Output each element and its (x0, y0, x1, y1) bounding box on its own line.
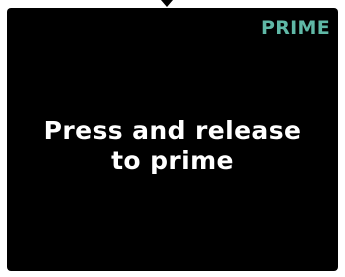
instruction-line-2: to prime (111, 146, 234, 175)
instruction-text: Press and release to prime (7, 116, 338, 176)
triangle-down-icon (161, 0, 173, 7)
device-screen: PRIME Press and release to prime (7, 8, 338, 271)
instruction-line-1: Press and release (43, 116, 302, 145)
mode-label: PRIME (260, 17, 330, 39)
